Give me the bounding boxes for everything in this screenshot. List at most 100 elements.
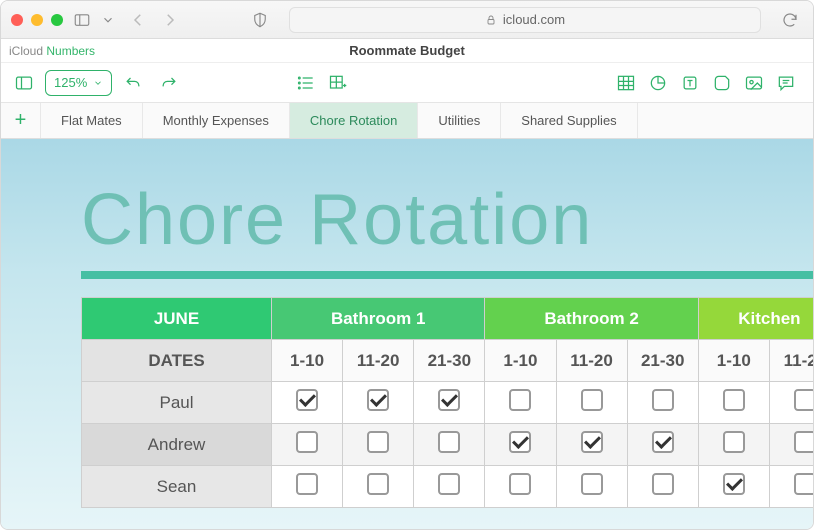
- close-window-button[interactable]: [11, 14, 23, 26]
- redo-button[interactable]: [154, 69, 184, 97]
- address-bar[interactable]: icloud.com: [289, 7, 761, 33]
- chevron-down-icon[interactable]: [101, 9, 115, 31]
- document-title: Roommate Budget: [349, 43, 465, 58]
- insert-table-icon[interactable]: [323, 69, 353, 97]
- table-icon[interactable]: [611, 69, 641, 97]
- checkbox[interactable]: [794, 473, 813, 495]
- person-name[interactable]: Sean: [82, 466, 272, 508]
- checkbox[interactable]: [509, 389, 531, 411]
- chore-cell[interactable]: [343, 382, 414, 424]
- checkbox[interactable]: [367, 431, 389, 453]
- dates-label[interactable]: DATES: [82, 340, 272, 382]
- chore-cell[interactable]: [414, 424, 485, 466]
- chore-cell[interactable]: [343, 466, 414, 508]
- checkbox[interactable]: [581, 389, 603, 411]
- sheet-tab[interactable]: Monthly Expenses: [143, 103, 290, 138]
- chore-cell[interactable]: [343, 424, 414, 466]
- group-header[interactable]: Kitchen: [698, 298, 813, 340]
- date-range[interactable]: 11-20: [769, 340, 813, 382]
- date-range[interactable]: 1-10: [485, 340, 556, 382]
- chore-cell[interactable]: [485, 424, 556, 466]
- zoom-value: 125%: [54, 75, 87, 90]
- checkbox[interactable]: [438, 431, 460, 453]
- checkbox[interactable]: [652, 389, 674, 411]
- checkbox[interactable]: [652, 431, 674, 453]
- zoom-select[interactable]: 125%: [45, 70, 112, 96]
- checkbox[interactable]: [794, 389, 813, 411]
- checkbox[interactable]: [296, 389, 318, 411]
- sheet-tab[interactable]: Chore Rotation: [290, 103, 418, 138]
- chore-cell[interactable]: [627, 466, 698, 508]
- privacy-shield-icon[interactable]: [249, 9, 271, 31]
- shape-icon[interactable]: [707, 69, 737, 97]
- person-name[interactable]: Andrew: [82, 424, 272, 466]
- sheet-canvas[interactable]: Chore Rotation JUNE Bathroom 1 Bathroom …: [1, 139, 813, 529]
- date-range[interactable]: 1-10: [698, 340, 769, 382]
- chore-table[interactable]: JUNE Bathroom 1 Bathroom 2 Kitchen DATES…: [81, 297, 813, 508]
- date-range[interactable]: 11-20: [556, 340, 627, 382]
- chore-cell[interactable]: [556, 424, 627, 466]
- media-icon[interactable]: [739, 69, 769, 97]
- checkbox[interactable]: [723, 473, 745, 495]
- chore-cell[interactable]: [627, 382, 698, 424]
- chore-cell[interactable]: [485, 382, 556, 424]
- group-header[interactable]: Bathroom 1: [272, 298, 485, 340]
- checkbox[interactable]: [296, 473, 318, 495]
- chore-cell[interactable]: [698, 424, 769, 466]
- chore-cell[interactable]: [272, 466, 343, 508]
- brand[interactable]: iCloud Numbers: [9, 44, 95, 58]
- checkbox[interactable]: [438, 473, 460, 495]
- checkbox[interactable]: [723, 431, 745, 453]
- panel-toggle-icon[interactable]: [9, 69, 39, 97]
- chore-cell[interactable]: [769, 466, 813, 508]
- chore-cell[interactable]: [769, 424, 813, 466]
- chore-cell[interactable]: [414, 466, 485, 508]
- checkbox[interactable]: [723, 389, 745, 411]
- checkbox[interactable]: [652, 473, 674, 495]
- checkbox[interactable]: [509, 431, 531, 453]
- sidebar-toggle-icon[interactable]: [71, 9, 93, 31]
- text-icon[interactable]: [675, 69, 705, 97]
- sheet-tab[interactable]: Utilities: [418, 103, 501, 138]
- minimize-window-button[interactable]: [31, 14, 43, 26]
- date-range[interactable]: 1-10: [272, 340, 343, 382]
- month-header[interactable]: JUNE: [82, 298, 272, 340]
- chore-cell[interactable]: [485, 466, 556, 508]
- chore-cell[interactable]: [769, 382, 813, 424]
- chore-cell[interactable]: [556, 466, 627, 508]
- checkbox[interactable]: [367, 473, 389, 495]
- checkbox[interactable]: [509, 473, 531, 495]
- back-button[interactable]: [127, 9, 149, 31]
- checkbox[interactable]: [296, 431, 318, 453]
- brand-product: Numbers: [46, 44, 95, 58]
- checkbox[interactable]: [581, 431, 603, 453]
- add-sheet-button[interactable]: +: [1, 103, 41, 138]
- chore-cell[interactable]: [414, 382, 485, 424]
- checkbox[interactable]: [581, 473, 603, 495]
- checkbox[interactable]: [438, 389, 460, 411]
- numbers-toolbar: 125%: [1, 63, 813, 103]
- group-header[interactable]: Bathroom 2: [485, 298, 698, 340]
- forward-button[interactable]: [159, 9, 181, 31]
- chore-cell[interactable]: [272, 424, 343, 466]
- person-name[interactable]: Paul: [82, 382, 272, 424]
- date-range[interactable]: 21-30: [414, 340, 485, 382]
- chore-cell[interactable]: [272, 382, 343, 424]
- zoom-window-button[interactable]: [51, 14, 63, 26]
- chore-cell[interactable]: [627, 424, 698, 466]
- undo-button[interactable]: [118, 69, 148, 97]
- date-range[interactable]: 11-20: [343, 340, 414, 382]
- reload-button[interactable]: [779, 9, 801, 31]
- comment-icon[interactable]: [771, 69, 801, 97]
- chore-cell[interactable]: [556, 382, 627, 424]
- chart-icon[interactable]: [643, 69, 673, 97]
- checkbox[interactable]: [367, 389, 389, 411]
- list-icon[interactable]: [291, 69, 321, 97]
- checkbox[interactable]: [794, 431, 813, 453]
- sheet-tab[interactable]: Flat Mates: [41, 103, 143, 138]
- sheet-tabs: + Flat MatesMonthly ExpensesChore Rotati…: [1, 103, 813, 139]
- date-range[interactable]: 21-30: [627, 340, 698, 382]
- chore-cell[interactable]: [698, 382, 769, 424]
- sheet-tab[interactable]: Shared Supplies: [501, 103, 637, 138]
- chore-cell[interactable]: [698, 466, 769, 508]
